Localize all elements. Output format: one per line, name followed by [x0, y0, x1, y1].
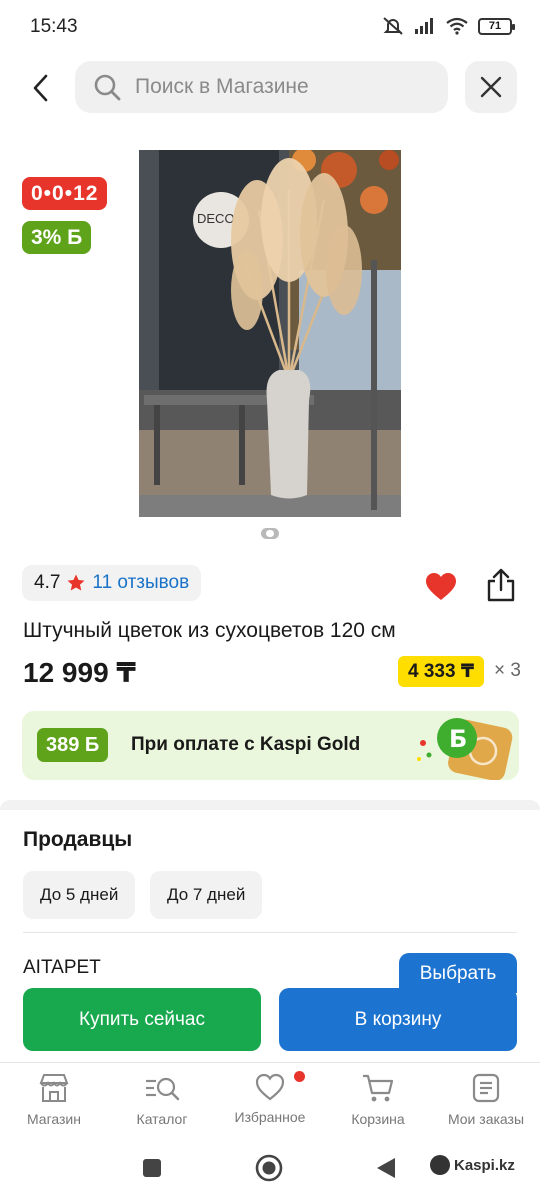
- share-button[interactable]: [483, 566, 519, 604]
- nav-item-orders[interactable]: Мои заказы: [432, 1073, 540, 1127]
- cart-icon: [363, 1074, 394, 1102]
- battery-level: 71: [488, 20, 502, 32]
- kaspi-watermark: Kaspi.kz: [430, 1155, 515, 1175]
- kaspi-gold-banner[interactable]: 389 Б При оплате с Kaspi Gold Б: [22, 711, 519, 780]
- reviews-link[interactable]: 11 отзывов: [92, 572, 189, 594]
- delivery-filter-5-days[interactable]: До 5 дней: [23, 871, 136, 919]
- installment-multiplier: × 3: [494, 660, 521, 681]
- search-input[interactable]: Поиск в Магазине: [75, 61, 448, 113]
- favorite-button[interactable]: [423, 568, 459, 604]
- search-placeholder: Поиск в Магазине: [135, 75, 309, 98]
- seller-name[interactable]: AITAPET: [23, 957, 101, 979]
- add-to-cart-button[interactable]: В корзину: [279, 988, 517, 1051]
- system-navigation-bar: Kaspi.kz: [0, 1144, 540, 1200]
- search-header: Поиск в Магазине: [0, 58, 540, 118]
- nav-item-catalog[interactable]: Каталог: [108, 1073, 216, 1127]
- nav-item-store[interactable]: Магазин: [0, 1073, 108, 1127]
- product-price: 12 999 ₸: [23, 657, 136, 688]
- close-icon: [480, 76, 502, 98]
- recent-apps-icon[interactable]: [142, 1158, 162, 1178]
- nav-label-orders: Мои заказы: [447, 1111, 525, 1127]
- bottom-navigation: Магазин Каталог Избранное Корзина Мои за…: [0, 1062, 540, 1144]
- image-pager-indicator: [261, 528, 279, 539]
- buy-now-button[interactable]: Купить сейчас: [23, 988, 261, 1051]
- wifi-icon: [446, 17, 468, 35]
- status-icons: 71: [382, 16, 515, 36]
- bonus-badge: 3% Б: [22, 221, 92, 254]
- mute-icon: [383, 17, 403, 35]
- nav-label-store: Магазин: [26, 1111, 81, 1127]
- share-icon: [487, 568, 515, 602]
- gold-banner-text: При оплате с Kaspi Gold: [131, 734, 361, 755]
- heart-icon: [426, 572, 456, 600]
- image-sign-text: DECO: [197, 211, 235, 226]
- nav-item-favorites[interactable]: Избранное: [216, 1071, 324, 1125]
- delivery-filter-7-days[interactable]: До 7 дней: [150, 871, 263, 919]
- rating-chip[interactable]: 4.7 11 отзывов: [22, 565, 202, 601]
- installment-price-badge[interactable]: 4 333 ₸: [398, 656, 485, 687]
- nav-item-cart[interactable]: Корзина: [324, 1073, 432, 1127]
- status-time: 15:43: [30, 16, 78, 37]
- nav-label-cart: Корзина: [351, 1111, 405, 1127]
- installment-timer-badge: 0•0•12: [22, 177, 108, 210]
- star-icon: [67, 574, 85, 591]
- back-nav-icon[interactable]: [375, 1156, 397, 1180]
- bonus-coin-icon: Б: [417, 718, 513, 780]
- heart-outline-icon: [255, 1073, 285, 1101]
- store-icon: [39, 1074, 69, 1102]
- battery-icon: 71: [478, 17, 515, 35]
- svg-text:Б: Б: [449, 725, 467, 753]
- close-search-button[interactable]: [465, 61, 517, 113]
- section-separator: [0, 800, 540, 810]
- divider: [23, 932, 517, 933]
- choose-seller-button[interactable]: Выбрать: [399, 953, 517, 993]
- product-image[interactable]: DECO: [139, 150, 401, 517]
- gold-bonus-badge: 389 Б: [37, 728, 109, 762]
- watermark-text: Kaspi.kz: [454, 1156, 515, 1174]
- back-arrow-icon: [33, 74, 48, 102]
- back-button[interactable]: [20, 64, 62, 112]
- notification-dot: [294, 1071, 305, 1082]
- home-icon[interactable]: [255, 1154, 283, 1182]
- catalog-icon: [146, 1077, 180, 1101]
- product-title: Штучный цветок из сухоцветов 120 см: [23, 619, 396, 642]
- nav-label-favorites: Избранное: [234, 1109, 306, 1125]
- product-photo: DECO: [139, 150, 401, 517]
- signal-icon: [415, 18, 433, 34]
- search-icon: [94, 74, 121, 101]
- orders-icon: [472, 1073, 500, 1103]
- nav-label-catalog: Каталог: [136, 1111, 188, 1127]
- kaspi-logo-icon: [430, 1155, 450, 1175]
- status-bar: 15:43 71: [0, 0, 540, 54]
- sellers-title: Продавцы: [23, 828, 133, 851]
- rating-value: 4.7: [34, 572, 61, 593]
